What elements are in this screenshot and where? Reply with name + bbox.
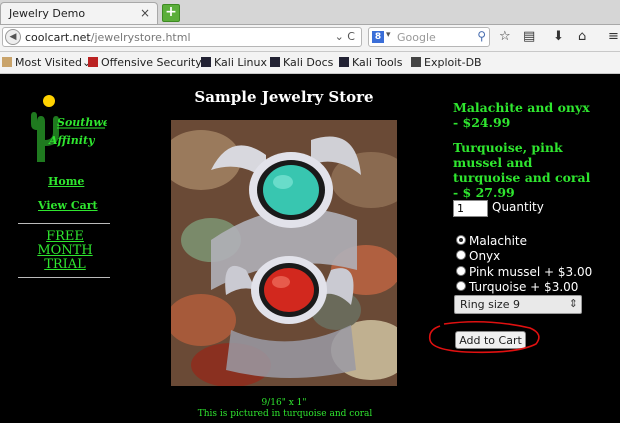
- option-label: Onyx: [469, 249, 501, 263]
- option-pink-mussel[interactable]: Pink mussel + $3.00: [456, 265, 592, 279]
- trial-line: MONTH: [37, 243, 93, 258]
- bookmark-offensive-security[interactable]: Offensive Security: [88, 56, 202, 69]
- price-turquoise-coral: Turquoise, pink mussel and turquoise and…: [453, 140, 590, 200]
- bookmark-label: Offensive Security: [101, 56, 202, 69]
- radio[interactable]: [456, 266, 466, 276]
- product-image: [171, 120, 397, 386]
- nav-bar: ◀ coolcart.net/jewelrystore.html ⌄ C 8 ▾…: [0, 25, 620, 52]
- close-icon[interactable]: ×: [140, 6, 150, 20]
- option-onyx[interactable]: Onyx: [456, 249, 500, 263]
- new-tab-icon[interactable]: +: [162, 4, 180, 22]
- url-path: /jewelrystore.html: [90, 31, 191, 44]
- trial-line: TRIAL: [44, 257, 86, 272]
- radio[interactable]: [456, 250, 466, 260]
- image-size-caption: 9/16" x 1": [261, 398, 307, 408]
- search-input[interactable]: 8 ▾ Google ⚲: [368, 27, 490, 47]
- bookmark-most-visited[interactable]: Most Visited⌄: [2, 56, 91, 69]
- quantity-label: Quantity: [492, 200, 544, 214]
- download-icon[interactable]: ⬇: [553, 29, 564, 44]
- menu-icon[interactable]: ≡: [608, 29, 619, 44]
- browser-tab[interactable]: Jewelry Demo ×: [0, 2, 158, 24]
- option-label: Malachite: [469, 234, 528, 248]
- ring-size-value: Ring size 9: [460, 298, 520, 311]
- bookmark-label: Most Visited: [15, 56, 82, 69]
- reload-icon[interactable]: ⌄ C: [335, 30, 355, 43]
- chevron-down-icon: ⇕: [568, 297, 578, 310]
- tab-title: Jewelry Demo: [9, 7, 86, 20]
- price-line: - $24.99: [453, 115, 511, 130]
- bookmark-kali-linux[interactable]: Kali Linux: [201, 56, 267, 69]
- bookmark-kali-tools[interactable]: Kali Tools: [339, 56, 402, 69]
- quantity-input[interactable]: 1: [453, 200, 488, 217]
- home-icon[interactable]: ⌂: [578, 29, 586, 44]
- radio-selected[interactable]: [456, 235, 466, 245]
- url-bar[interactable]: ◀ coolcart.net/jewelrystore.html ⌄ C: [2, 27, 362, 47]
- bookmark-label: Kali Linux: [214, 56, 268, 69]
- url-host: coolcart.net: [25, 31, 91, 44]
- option-malachite[interactable]: Malachite: [456, 234, 527, 248]
- price-line: Malachite and onyx: [453, 100, 590, 115]
- bookmark-exploit-db[interactable]: Exploit-DB: [411, 56, 482, 69]
- search-placeholder: Google: [397, 31, 436, 44]
- image-caption: This is pictured in turquoise and coral: [197, 409, 373, 419]
- home-link[interactable]: Home: [48, 175, 84, 188]
- price-line: - $ 27.99: [453, 185, 515, 200]
- offsec-icon: [88, 57, 98, 67]
- bookmark-label: Exploit-DB: [424, 56, 482, 69]
- bookmarks-bar: Most Visited⌄ Offensive Security Kali Li…: [0, 52, 620, 74]
- exploit-db-icon: [411, 57, 421, 67]
- svg-text:Southwest: Southwest: [57, 116, 107, 129]
- option-label: Turquoise + $3.00: [469, 280, 579, 294]
- sidebar-divider: [18, 223, 110, 224]
- price-malachite-onyx: Malachite and onyx - $24.99: [453, 100, 590, 130]
- price-line: turquoise and coral: [453, 170, 591, 185]
- search-icon[interactable]: ⚲: [477, 29, 486, 43]
- search-engine-dropdown[interactable]: ▾: [386, 30, 391, 40]
- kali-dragon-icon: [339, 57, 349, 67]
- page-content: Southwest Affinity Home View Cart FREE M…: [0, 74, 620, 423]
- bookmark-kali-docs[interactable]: Kali Docs: [270, 56, 333, 69]
- option-label: Pink mussel + $3.00: [469, 265, 593, 279]
- bookmark-label: Kali Tools: [352, 56, 403, 69]
- tab-bar: Jewelry Demo × +: [0, 0, 620, 25]
- search-engine-icon[interactable]: 8: [372, 31, 384, 43]
- trial-line: FREE: [46, 229, 84, 244]
- radio[interactable]: [456, 281, 466, 291]
- kali-dragon-icon: [270, 57, 280, 67]
- red-circle-annotation: [428, 320, 540, 354]
- bookmark-label: Kali Docs: [283, 56, 334, 69]
- clipboard-icon[interactable]: ▤: [523, 29, 535, 44]
- folder-icon: [2, 57, 12, 67]
- sidebar-divider: [18, 277, 110, 278]
- price-line: Turquoise, pink: [453, 140, 563, 155]
- bookmark-star-icon[interactable]: ☆: [499, 29, 511, 44]
- svg-text:Affinity: Affinity: [48, 134, 96, 147]
- southwest-affinity-logo[interactable]: Southwest Affinity: [27, 92, 107, 172]
- page-title: Sample Jewelry Store: [194, 88, 374, 106]
- option-turquoise[interactable]: Turquoise + $3.00: [456, 280, 578, 294]
- view-cart-link[interactable]: View Cart: [38, 199, 98, 212]
- back-icon[interactable]: ◀: [5, 29, 21, 45]
- price-line: mussel and: [453, 155, 533, 170]
- kali-dragon-icon: [201, 57, 211, 67]
- free-trial-link[interactable]: FREE MONTH TRIAL: [20, 230, 110, 272]
- url-text: coolcart.net/jewelrystore.html: [25, 31, 191, 44]
- ring-size-select[interactable]: Ring size 9 ⇕: [454, 295, 582, 314]
